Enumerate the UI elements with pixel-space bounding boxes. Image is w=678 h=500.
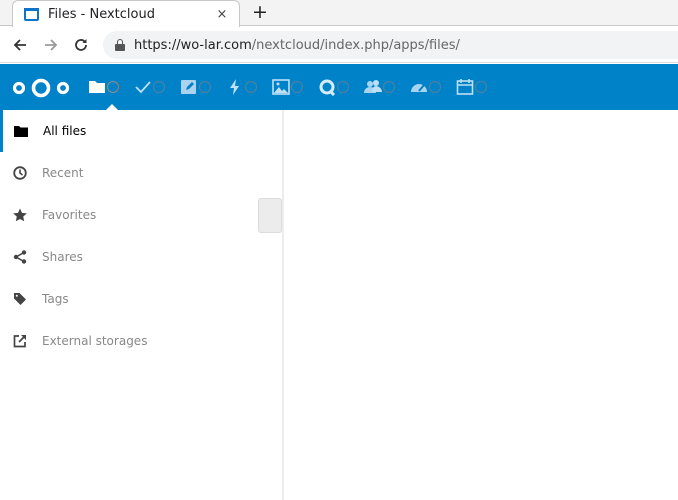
reload-button[interactable] <box>70 34 92 56</box>
sidebar-item-tags[interactable]: Tags <box>0 278 282 320</box>
star-icon <box>12 207 28 223</box>
sidebar-item-shares[interactable]: Shares <box>0 236 282 278</box>
app-activity[interactable] <box>226 64 272 110</box>
sidebar-item-external-storages[interactable]: External storages <box>0 320 282 362</box>
app-gallery[interactable] <box>272 64 318 110</box>
sidebar-item-favorites[interactable]: Favorites <box>0 194 282 236</box>
loading-spinner <box>291 81 303 93</box>
files-sidebar: All files Recent Favorites Shares Tags E… <box>0 110 284 500</box>
app-menu <box>88 64 502 111</box>
sidebar-item-label: Tags <box>42 292 69 306</box>
app-tasks[interactable] <box>134 64 180 110</box>
folder-favicon-icon <box>24 7 39 21</box>
loading-spinner <box>153 81 165 93</box>
browser-tabstrip: Files - Nextcloud × + <box>0 0 678 27</box>
loading-spinner <box>199 81 211 93</box>
loading-spinner <box>337 81 349 93</box>
folder-icon <box>13 123 29 139</box>
arrow-right-icon <box>45 39 58 51</box>
url-text: https://wo-lar.com/nextcloud/index.php/a… <box>134 37 460 53</box>
browser-tab[interactable]: Files - Nextcloud × <box>12 0 240 27</box>
close-tab-icon[interactable]: × <box>213 5 231 23</box>
image-icon <box>272 79 290 95</box>
tag-icon <box>12 291 28 307</box>
reload-icon <box>75 39 87 51</box>
app-contacts[interactable] <box>364 64 410 110</box>
talk-icon <box>319 79 336 96</box>
arrow-left-icon <box>13 39 26 51</box>
lock-icon <box>115 39 125 51</box>
folder-icon <box>89 81 105 93</box>
lightning-icon <box>230 79 239 95</box>
loading-spinner <box>383 81 395 93</box>
loading-spinner <box>429 81 441 93</box>
sidebar-scrollbar-thumb[interactable] <box>258 198 282 233</box>
clock-icon <box>12 165 28 181</box>
sidebar-item-recent[interactable]: Recent <box>0 152 282 194</box>
browser-toolbar: https://wo-lar.com/nextcloud/index.php/a… <box>0 27 678 63</box>
share-icon <box>12 249 28 265</box>
sidebar-item-label: Recent <box>42 166 84 180</box>
app-calendar[interactable] <box>456 64 502 110</box>
address-bar[interactable]: https://wo-lar.com/nextcloud/index.php/a… <box>103 31 678 59</box>
gauge-icon <box>411 84 427 92</box>
nextcloud-logo-icon[interactable] <box>12 77 70 99</box>
app-talk[interactable] <box>318 64 364 110</box>
nextcloud-header <box>0 64 678 111</box>
sidebar-item-label: All files <box>43 124 87 138</box>
app-dashboard[interactable] <box>410 64 456 110</box>
loading-spinner <box>245 81 257 93</box>
checkmark-icon <box>135 81 151 94</box>
loading-spinner <box>475 81 487 93</box>
loading-spinner <box>107 81 119 93</box>
app-files[interactable] <box>88 64 134 111</box>
contacts-icon <box>364 80 382 93</box>
app-notes[interactable] <box>180 64 226 110</box>
forward-button[interactable] <box>40 34 62 56</box>
sidebar-item-all-files[interactable]: All files <box>0 110 282 152</box>
external-link-icon <box>12 333 28 349</box>
new-tab-button[interactable]: + <box>250 1 270 23</box>
calendar-icon <box>456 79 474 95</box>
sidebar-item-label: Favorites <box>42 208 97 222</box>
sidebar-item-label: External storages <box>42 334 148 348</box>
sidebar-item-label: Shares <box>42 250 83 264</box>
file-list-area <box>286 110 678 500</box>
tab-title: Files - Nextcloud <box>48 6 155 22</box>
edit-note-icon <box>181 80 196 94</box>
back-button[interactable] <box>9 34 31 56</box>
